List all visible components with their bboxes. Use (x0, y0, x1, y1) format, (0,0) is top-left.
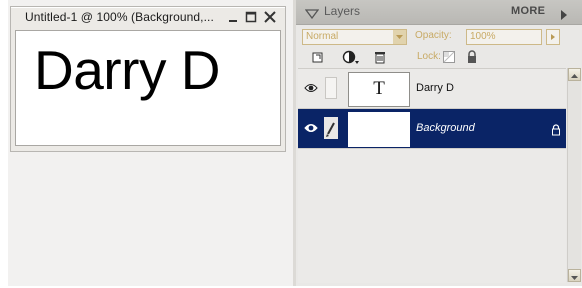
eye-icon[interactable] (304, 81, 318, 99)
close-icon[interactable] (262, 9, 278, 25)
lock-transparent-icon[interactable] (441, 49, 457, 65)
scroll-down-button[interactable] (568, 269, 581, 282)
document-title: Untitled-1 @ 100% (Background,... (25, 10, 214, 24)
brush-icon[interactable] (322, 115, 340, 141)
lock-icon[interactable] (464, 49, 480, 65)
canvas-text: Darry D (34, 39, 220, 101)
blend-mode-value: Normal (306, 31, 339, 42)
text-layer-icon: T (373, 78, 385, 99)
collapse-triangle-icon[interactable] (304, 6, 320, 24)
minimize-icon[interactable] (225, 9, 241, 25)
adjustment-layer-icon[interactable] (342, 49, 359, 65)
layer-thumbnail[interactable]: T (348, 72, 410, 107)
layer-lock-icon (550, 123, 562, 141)
layers-panel-header[interactable]: Layers MORE (296, 0, 582, 25)
document-titlebar[interactable]: Untitled-1 @ 100% (Background,... (11, 7, 285, 28)
maximize-icon[interactable] (243, 9, 259, 25)
layer-list: T Darry D Background (298, 68, 566, 283)
layer-row-darry-d[interactable]: T Darry D (298, 69, 566, 109)
chevron-down-icon[interactable] (393, 30, 406, 44)
more-arrow-icon[interactable] (560, 7, 568, 25)
more-button[interactable]: MORE (511, 5, 545, 17)
layer-row-background[interactable]: Background (298, 109, 566, 149)
panel-title: Layers (324, 4, 361, 18)
layer-tools-row: Lock: (302, 49, 578, 65)
blend-mode-select[interactable]: Normal (302, 29, 407, 45)
document-window[interactable]: Untitled-1 @ 100% (Background,... Darry … (10, 6, 286, 152)
trash-icon[interactable] (372, 49, 388, 65)
document-canvas[interactable]: Darry D (15, 30, 281, 146)
layer-link-cell[interactable] (322, 75, 340, 101)
layer-thumbnail[interactable] (348, 112, 410, 147)
opacity-input[interactable]: 100% (466, 29, 542, 45)
opacity-value: 100% (470, 31, 496, 42)
eye-icon[interactable] (304, 121, 318, 139)
layer-list-scrollbar[interactable] (567, 68, 581, 282)
panel-separator (293, 0, 296, 286)
layer-name[interactable]: Darry D (416, 82, 454, 94)
new-layer-icon[interactable] (310, 49, 326, 65)
opacity-label: Opacity: (415, 30, 452, 41)
lock-label: Lock: (417, 51, 441, 62)
layer-name[interactable]: Background (416, 122, 475, 134)
layers-panel: Layers MORE Normal Opacity: 100% Lock: T… (293, 0, 582, 286)
opacity-slider-toggle[interactable] (546, 29, 560, 45)
scroll-up-button[interactable] (568, 68, 581, 81)
blend-options-row: Normal Opacity: 100% (302, 29, 578, 45)
workspace: Untitled-1 @ 100% (Background,... Darry … (0, 0, 293, 286)
workspace-edge (0, 0, 8, 286)
